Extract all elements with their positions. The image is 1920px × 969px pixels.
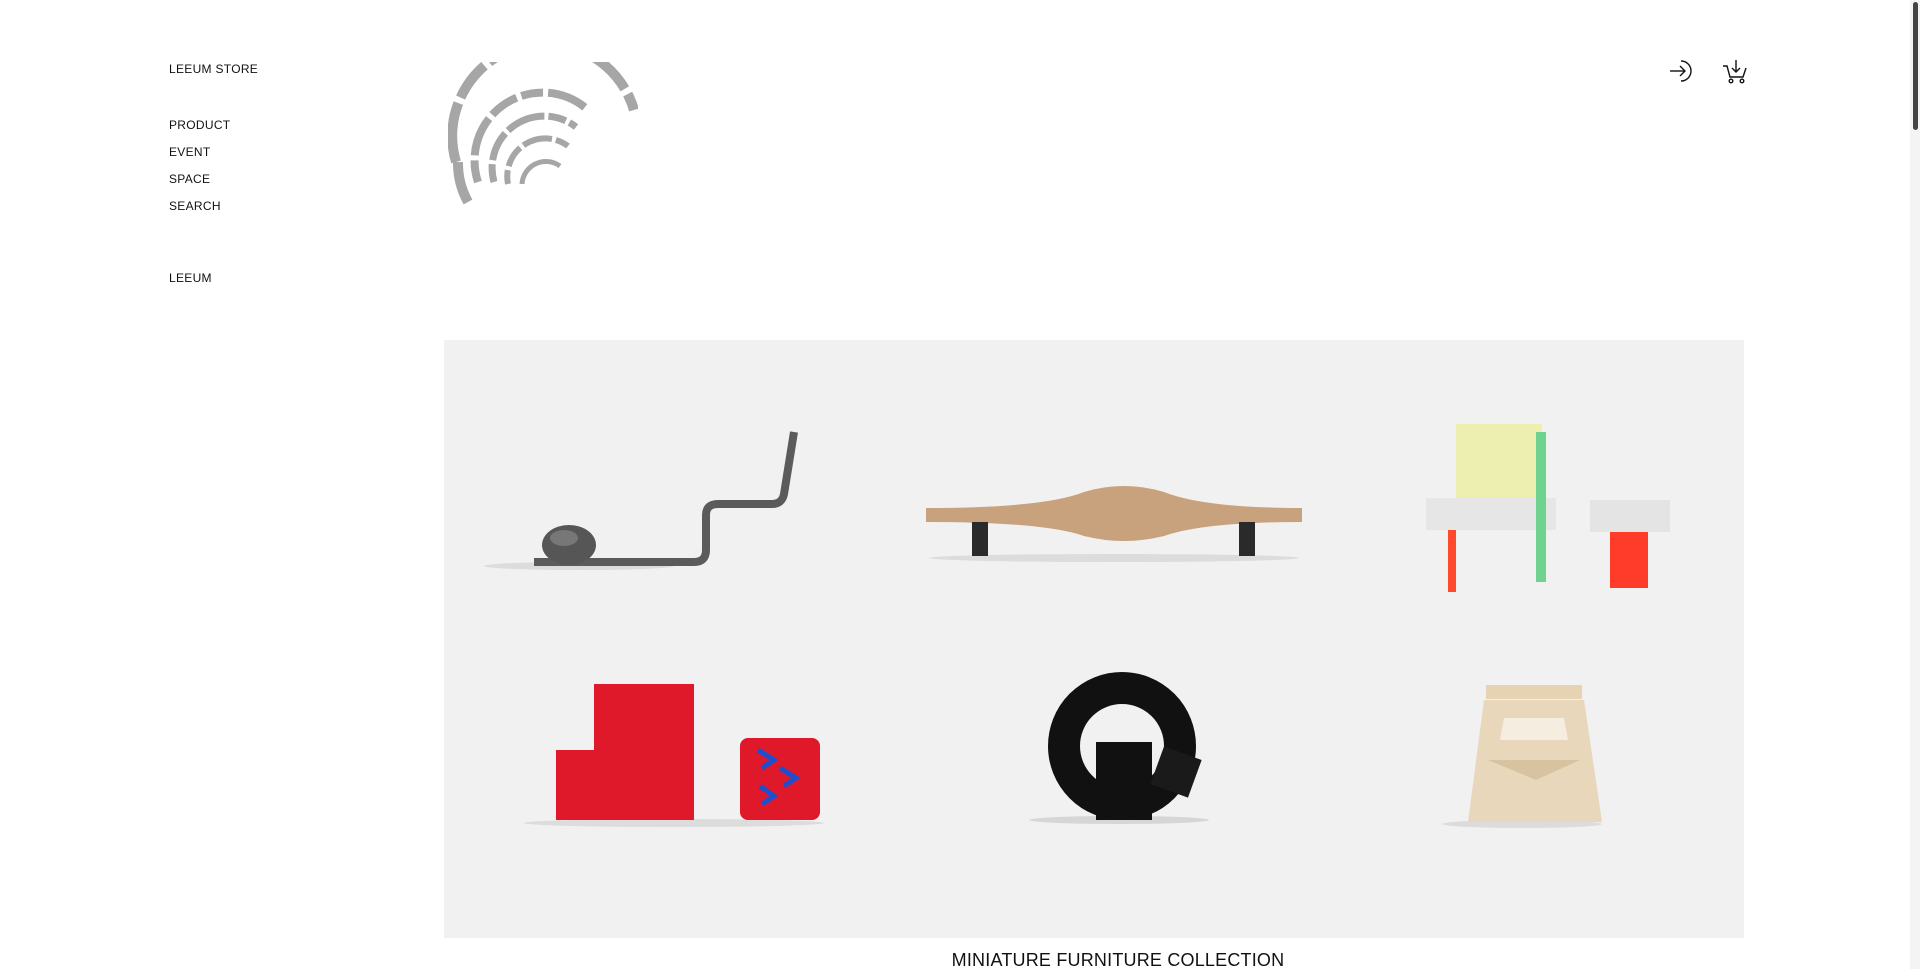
leeum-logo[interactable] bbox=[448, 62, 638, 212]
store-brand-link[interactable]: LEEUM STORE bbox=[169, 62, 258, 76]
nav-item-search[interactable]: SEARCH bbox=[169, 199, 258, 226]
scrollbar-thumb[interactable] bbox=[1913, 2, 1918, 130]
nav-item-event[interactable]: EVENT bbox=[169, 145, 258, 172]
scrollbar[interactable] bbox=[1910, 0, 1920, 969]
cart-icon[interactable] bbox=[1722, 58, 1748, 84]
main-nav: PRODUCT EVENT SPACE SEARCH bbox=[169, 118, 258, 226]
red-knitted-chair-image bbox=[524, 684, 824, 827]
bent-metal-chair-image bbox=[484, 431, 798, 570]
collection-caption[interactable]: MINIATURE FURNITURE COLLECTION bbox=[444, 950, 1792, 969]
login-icon[interactable] bbox=[1668, 58, 1694, 84]
header-icons bbox=[1668, 58, 1748, 84]
hero-image[interactable] bbox=[444, 340, 1744, 938]
leeum-link[interactable]: LEEUM bbox=[169, 271, 258, 285]
nav-item-space[interactable]: SPACE bbox=[169, 172, 258, 199]
plywood-chair-image bbox=[1442, 685, 1602, 828]
black-ring-chair-image bbox=[1029, 672, 1209, 824]
wooden-bench-image bbox=[926, 486, 1302, 562]
sidebar: LEEUM STORE PRODUCT EVENT SPACE SEARCH L… bbox=[169, 62, 258, 285]
acrylic-chair-image bbox=[1426, 424, 1670, 592]
nav-item-product[interactable]: PRODUCT bbox=[169, 118, 258, 145]
